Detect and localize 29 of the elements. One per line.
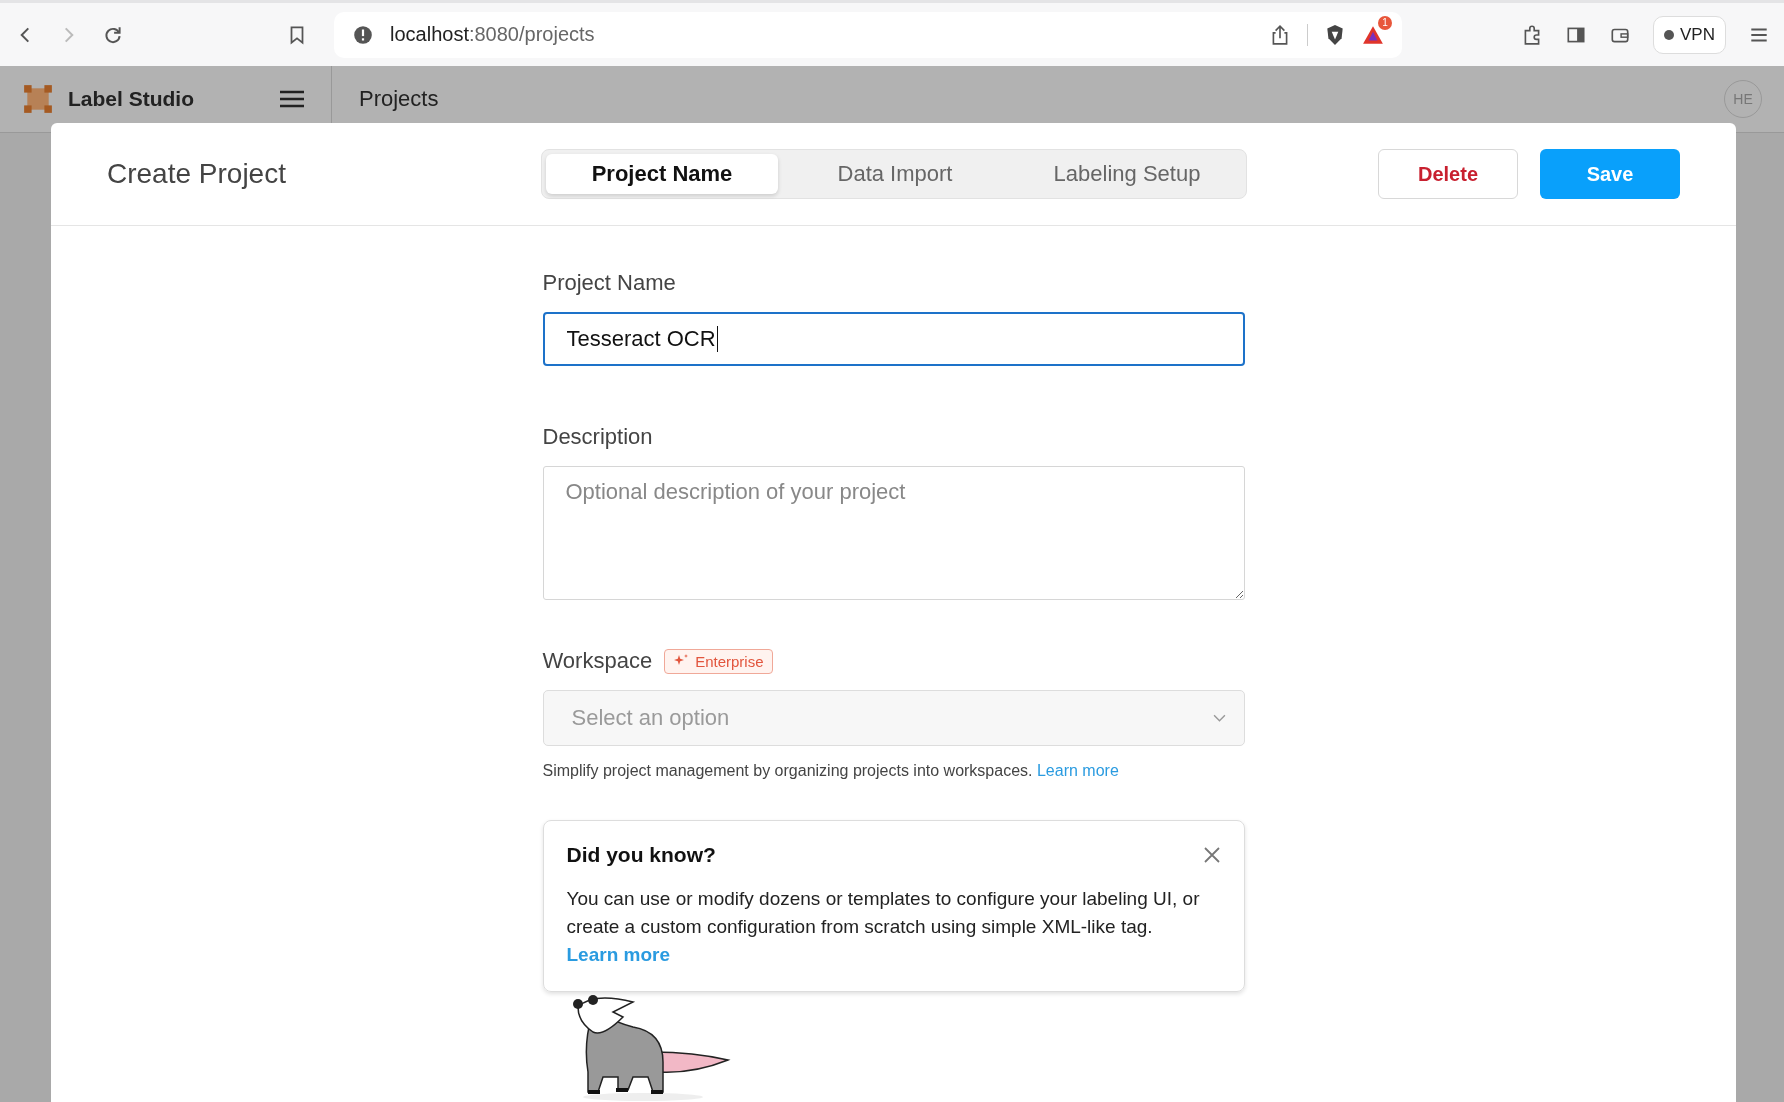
chevron-down-icon	[1212, 713, 1226, 723]
learn-more-link[interactable]: Learn more	[566, 944, 670, 965]
description-textarea[interactable]: Optional description of your project	[542, 466, 1245, 600]
address-bar[interactable]: localhost:8080/projects 1	[334, 11, 1402, 58]
badge-text: Enterprise	[695, 652, 764, 670]
workspace-select[interactable]: Select an option	[542, 690, 1245, 746]
dialog-title: Create Project	[107, 158, 287, 190]
info-icon[interactable]	[352, 23, 374, 46]
close-icon[interactable]	[1201, 845, 1222, 865]
page-title: Projects	[359, 86, 439, 112]
step-tab[interactable]: Project Name	[546, 154, 778, 194]
field-label: Project Name	[542, 270, 676, 296]
app-name: Label Studio	[68, 87, 195, 111]
logo-icon	[22, 83, 54, 115]
tip-title: Did you know?	[566, 843, 716, 867]
workspace-help-text: Simplify project management by organizing projects into workspaces. Learn more	[542, 762, 1119, 780]
delete-button[interactable]: Delete	[1378, 149, 1518, 199]
learn-more-link[interactable]: Learn more	[1036, 762, 1119, 779]
url-text: localhost:8080/projects	[390, 23, 595, 46]
field-label: Description	[542, 424, 653, 450]
step-tab[interactable]: Data Import	[780, 154, 1010, 194]
save-button[interactable]: Save	[1540, 149, 1680, 199]
tip-text: You can use or modify dozens or templates to configure your labeling UI, or create a custom configuration from scratch using simple XML-like tag. Learn more	[566, 887, 1201, 967]
field-label: Workspace	[542, 648, 653, 674]
notification-badge: 1	[1378, 15, 1392, 30]
menu-icon[interactable]	[279, 89, 305, 109]
vpn-button[interactable]: VPN	[1653, 15, 1726, 54]
project-name-input[interactable]: Tesseract OCR	[542, 312, 1245, 366]
step-tab[interactable]: Labeling Setup	[1012, 154, 1242, 194]
